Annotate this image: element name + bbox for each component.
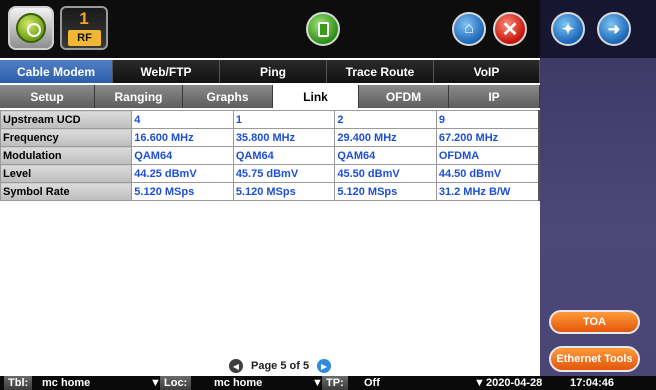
table-cell: QAM64 — [131, 146, 234, 165]
table-cell: OFDMA — [435, 146, 540, 165]
table-cell: 35.800 MHz — [232, 128, 336, 147]
table-cell: 4 — [131, 110, 234, 129]
table-cell: 16.600 MHz — [131, 128, 234, 147]
close-button[interactable]: ✕ — [493, 12, 527, 46]
rf-port-badge[interactable]: 1 RF — [60, 6, 108, 50]
table-cell: QAM64 — [232, 146, 336, 165]
loc-value: mc home — [214, 377, 263, 389]
row-label: Level — [0, 164, 133, 183]
table-row: Frequency 16.600 MHz 35.800 MHz 29.400 M… — [0, 128, 540, 147]
save-results-button[interactable]: ✦ — [551, 12, 585, 46]
table-cell: 31.2 MHz B/W — [435, 182, 540, 201]
main-tab-bar: Cable Modem Web/FTP Ping Trace Route VoI… — [0, 60, 540, 83]
loc-key: Loc: — [160, 376, 192, 390]
table-cell: 44.50 dBmV — [435, 164, 540, 183]
status-time: 17:04:46 — [570, 377, 615, 389]
next-page-button[interactable]: ▶ — [317, 359, 332, 373]
tab-trace-route[interactable]: Trace Route — [327, 60, 434, 83]
table-row: Modulation QAM64 QAM64 QAM64 OFDMA — [0, 146, 540, 165]
row-label: Symbol Rate — [0, 182, 133, 201]
row-label: Upstream UCD — [0, 110, 133, 129]
home-button[interactable]: ⌂ — [452, 12, 486, 46]
table-cell: 44.25 dBmV — [131, 164, 234, 183]
status-bar: Tbl: mc home ▼ Loc: mc home ▼ TP: Off ▼ … — [0, 376, 656, 390]
table-row: Symbol Rate 5.120 MSps 5.120 MSps 5.120 … — [0, 182, 540, 201]
tbl-value: mc home — [42, 377, 91, 389]
main-menu-button[interactable] — [8, 6, 54, 50]
table-cell: 29.400 MHz — [334, 128, 437, 147]
tab-web-ftp[interactable]: Web/FTP — [113, 60, 220, 83]
table-cell: 45.75 dBmV — [232, 164, 336, 183]
save-icon: ✦ — [561, 21, 575, 38]
power-logo-icon — [16, 13, 46, 43]
export-button[interactable]: ➜ — [597, 12, 631, 46]
tab-cable-modem[interactable]: Cable Modem — [0, 60, 113, 83]
content-area — [0, 200, 540, 376]
exit-test-button[interactable] — [306, 12, 340, 46]
tab-graphs[interactable]: Graphs — [183, 85, 273, 108]
table-cell: 5.120 MSps — [131, 182, 234, 201]
previous-page-button[interactable]: ◀ — [229, 359, 243, 373]
table-cell: 2 — [334, 110, 437, 129]
tab-link[interactable]: Link — [273, 85, 359, 108]
table-row: Level 44.25 dBmV 45.75 dBmV 45.50 dBmV 4… — [0, 164, 540, 183]
chevron-left-icon: ◀ — [232, 361, 240, 371]
tab-ping[interactable]: Ping — [220, 60, 327, 83]
close-icon: ✕ — [501, 18, 519, 41]
upstream-link-table: Upstream UCD 4 1 2 9 Frequency 16.600 MH… — [0, 110, 540, 201]
table-cell: 67.200 MHz — [435, 128, 540, 147]
row-label: Frequency — [0, 128, 133, 147]
row-label: Modulation — [0, 146, 133, 165]
tbl-key: Tbl: — [4, 376, 33, 390]
dropdown-arrow-icon[interactable]: ▼ — [474, 376, 485, 390]
page-navigator: ◀ Page 5 of 5 ▶ — [229, 358, 332, 374]
table-cell: 45.50 dBmV — [334, 164, 437, 183]
home-icon: ⌂ — [464, 20, 474, 37]
table-cell: 5.120 MSps — [232, 182, 336, 201]
tab-setup[interactable]: Setup — [0, 85, 95, 108]
toa-button[interactable]: TOA — [549, 310, 640, 334]
tab-ranging[interactable]: Ranging — [95, 85, 183, 108]
door-icon — [317, 21, 329, 37]
status-date: 2020-04-28 — [486, 377, 543, 389]
table-cell: 1 — [232, 110, 336, 129]
table-cell: 9 — [435, 110, 540, 129]
tp-key: TP: — [322, 376, 348, 390]
tp-value: Off — [364, 377, 380, 389]
page-indicator: Page 5 of 5 — [251, 360, 310, 372]
rf-port-number: 1 — [79, 9, 89, 28]
ethernet-tools-button[interactable]: Ethernet Tools — [549, 346, 640, 372]
export-arrow-icon: ➜ — [607, 21, 621, 38]
chevron-right-icon: ▶ — [321, 361, 328, 371]
tab-ip[interactable]: IP — [449, 85, 540, 108]
sub-tab-bar: Setup Ranging Graphs Link OFDM IP — [0, 85, 540, 108]
table-cell: QAM64 — [334, 146, 437, 165]
table-row: Upstream UCD 4 1 2 9 — [0, 110, 540, 129]
tab-voip[interactable]: VoIP — [434, 60, 540, 83]
rf-port-label: RF — [68, 30, 101, 46]
tab-ofdm[interactable]: OFDM — [359, 85, 449, 108]
table-cell: 5.120 MSps — [334, 182, 437, 201]
